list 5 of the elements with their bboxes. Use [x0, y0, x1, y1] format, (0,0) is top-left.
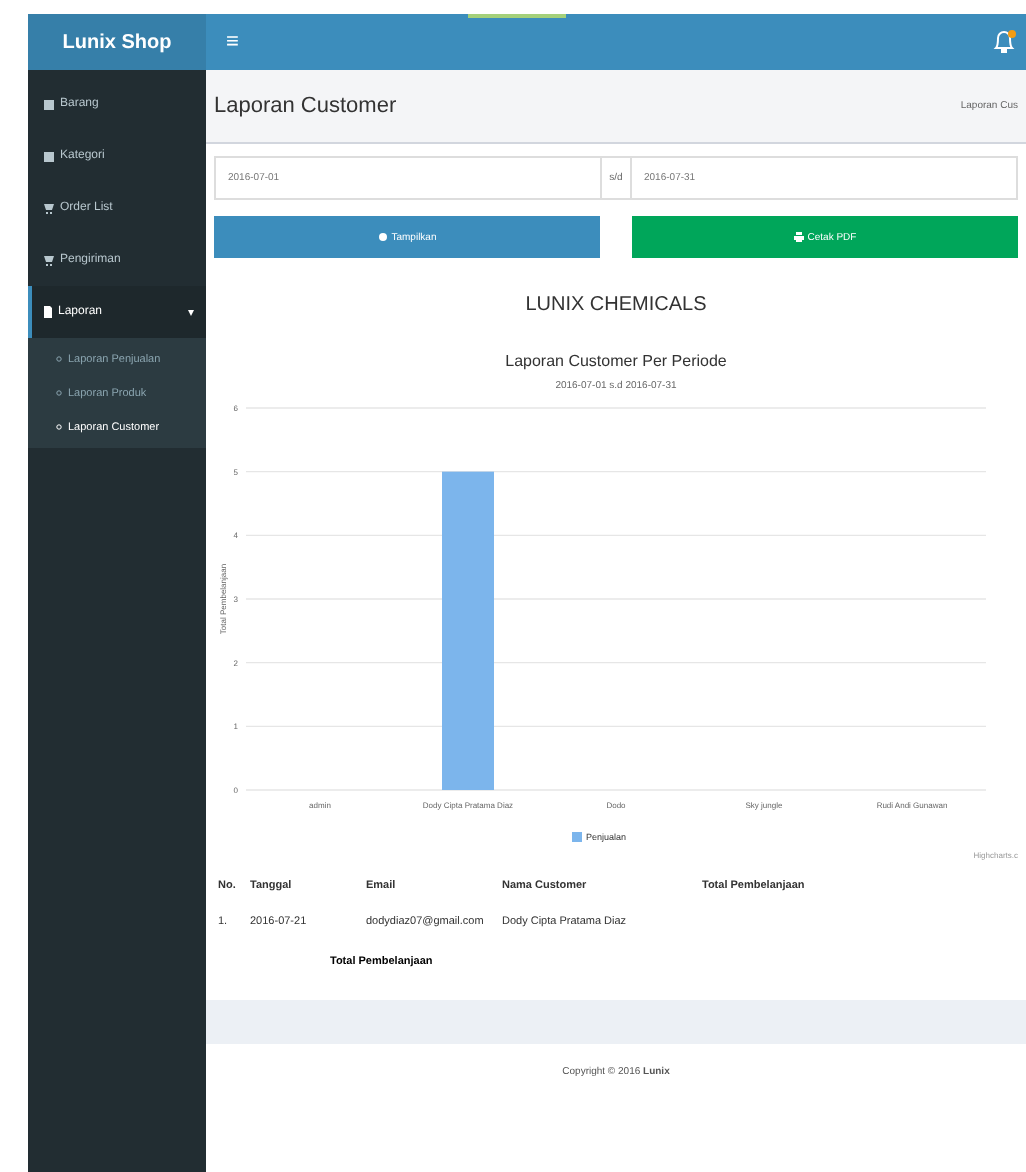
chart-title: Laporan Customer Per Periode	[503, 352, 729, 370]
brand-logo[interactable]: Lunix Shop	[28, 14, 206, 70]
company-name: LUNIX CHEMICALS	[523, 294, 709, 316]
menu-button[interactable]: ≡	[226, 30, 239, 54]
page-title: Laporan Customer	[214, 94, 397, 118]
